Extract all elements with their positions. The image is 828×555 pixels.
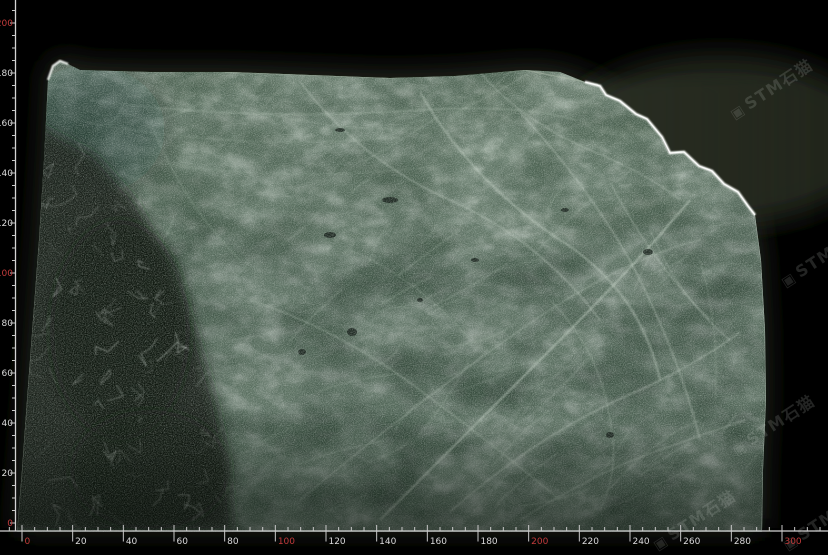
svg-text:20: 20	[75, 537, 87, 547]
svg-text:120: 120	[328, 537, 345, 547]
svg-text:180: 180	[0, 69, 13, 79]
svg-text:20: 20	[2, 469, 14, 479]
svg-text:60: 60	[2, 369, 14, 379]
svg-text:280: 280	[734, 537, 751, 547]
svg-text:200: 200	[531, 537, 548, 547]
svg-text:200: 200	[0, 19, 13, 29]
svg-text:120: 120	[0, 219, 13, 229]
svg-text:60: 60	[176, 537, 188, 547]
svg-text:180: 180	[480, 537, 497, 547]
measurement-rulers: 0 20 40 60 80 100 120 140 160 180 200 0 20 40 60 80 100 1…	[0, 0, 828, 550]
svg-text:160: 160	[430, 537, 447, 547]
svg-text:140: 140	[379, 537, 396, 547]
svg-text:160: 160	[0, 119, 13, 129]
svg-text:40: 40	[126, 537, 138, 547]
svg-text:220: 220	[582, 537, 599, 547]
svg-text:300: 300	[784, 537, 801, 547]
slab-scan-viewport: ▣STM石猫 ▣STM石猫 ▣STM石猫 ▣STM石猫 ▣STM石猫 02040…	[0, 0, 828, 550]
svg-text:40: 40	[2, 419, 14, 429]
svg-text:0: 0	[25, 537, 31, 547]
svg-text:240: 240	[632, 537, 649, 547]
svg-text:100: 100	[278, 537, 295, 547]
svg-text:260: 260	[683, 537, 700, 547]
svg-text:80: 80	[2, 319, 14, 329]
svg-text:140: 140	[0, 169, 13, 179]
svg-text:80: 80	[227, 537, 239, 547]
svg-text:100: 100	[0, 269, 13, 279]
svg-text:0: 0	[7, 519, 13, 529]
